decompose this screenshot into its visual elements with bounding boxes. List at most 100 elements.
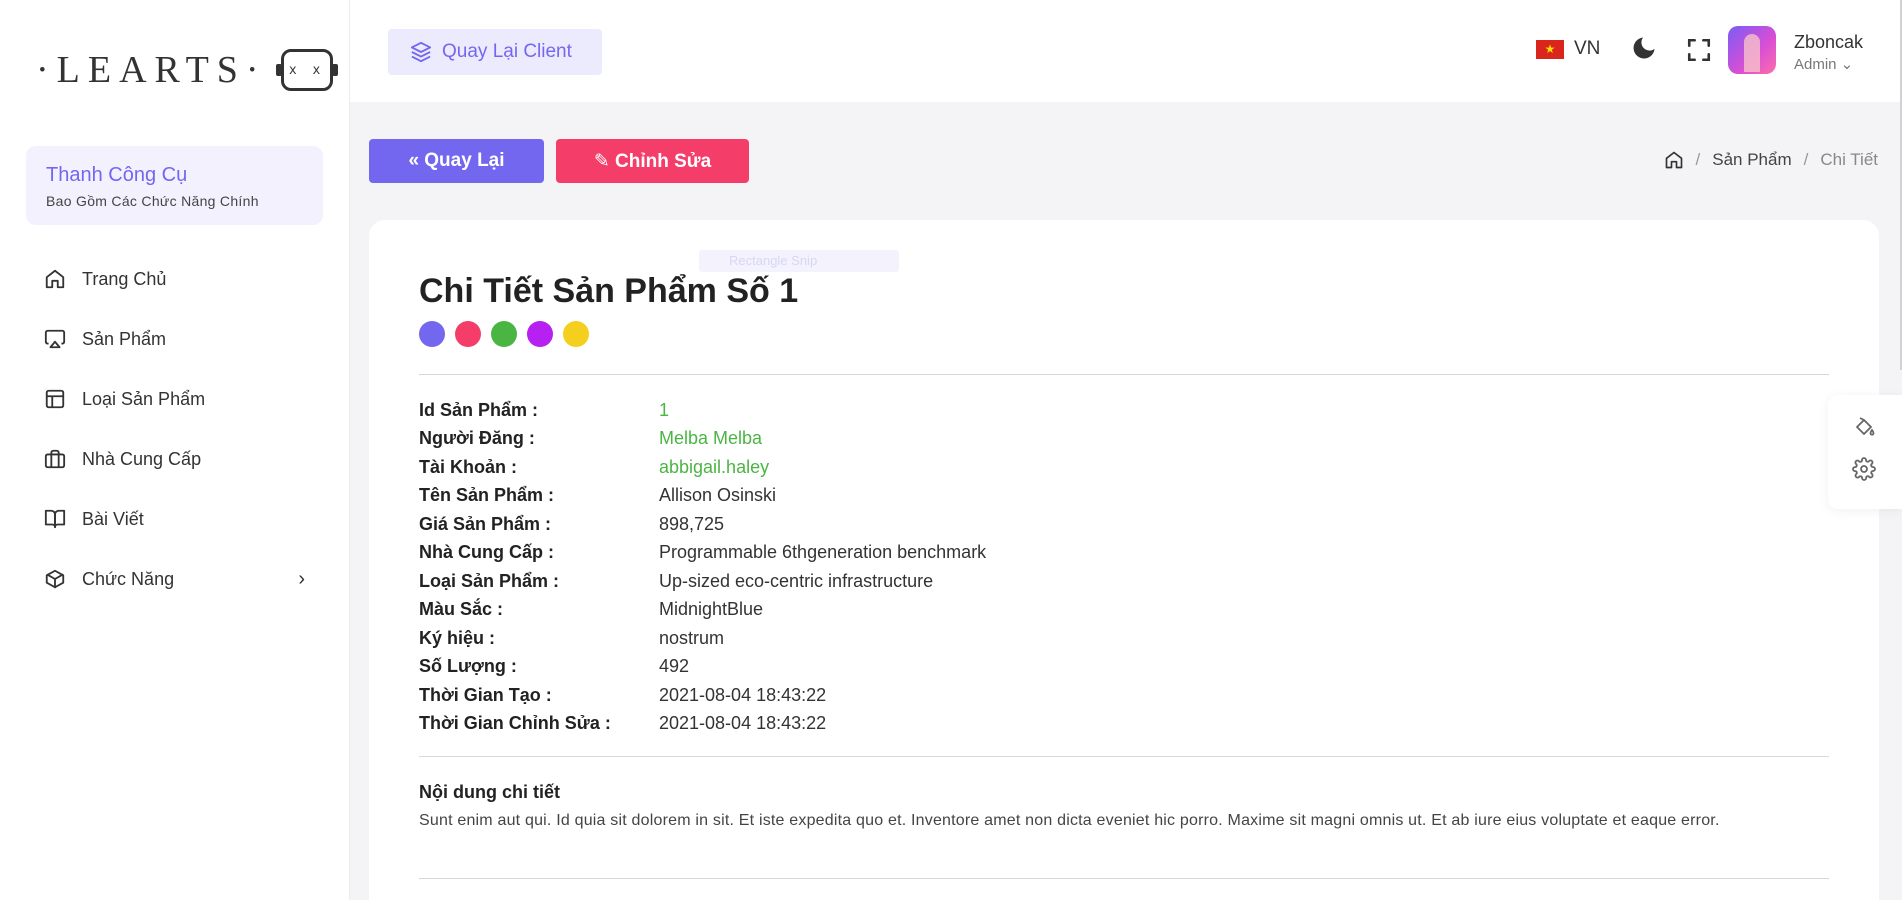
detail-label: Tên Sản Phẩm :	[419, 485, 555, 506]
detail-row: Loại Sản Phẩm : Up-sized eco-centric infr…	[419, 567, 986, 596]
toolbox-panel: Thanh Công Cụ Bao Gồm Các Chức Năng Chín…	[26, 146, 323, 225]
detail-label: Thời Gian Chỉnh Sửa :	[419, 713, 611, 734]
layers-icon	[410, 41, 432, 63]
sidebar-item-label: Chức Năng	[82, 568, 175, 589]
sidebar-item-label: Sản Phẩm	[82, 328, 167, 349]
breadcrumb-products[interactable]: Sản Phẩm	[1712, 150, 1791, 170]
detail-label: Ký hiệu :	[419, 627, 496, 648]
detail-row: Thời Gian Tạo : 2021-08-04 18:43:22	[419, 681, 986, 710]
back-to-client-button[interactable]: Quay Lại Client	[388, 29, 602, 75]
detail-value: MidnightBlue	[659, 599, 764, 620]
color-swatches	[419, 321, 589, 347]
sidebar-item-posts[interactable]: Bài Viết	[0, 489, 349, 549]
toolbox-subtitle: Bao Gồm Các Chức Năng Chính	[46, 193, 259, 209]
logo[interactable]: ·LEARTS· x x	[0, 0, 349, 140]
divider	[419, 878, 1829, 879]
color-swatch	[563, 321, 589, 347]
layout-icon	[44, 388, 66, 410]
sidebar-item-label: Nhà Cung Cấp	[82, 448, 202, 469]
detail-value: 1	[659, 399, 670, 420]
detail-row: Người Đăng : Melba Melba	[419, 425, 986, 454]
sidebar-item-label: Loại Sản Phẩm	[82, 388, 206, 409]
color-swatch	[455, 321, 481, 347]
color-swatch	[419, 321, 445, 347]
detail-value: Allison Osinski	[659, 485, 777, 506]
theme-customizer-panel	[1828, 395, 1902, 509]
detail-value: 2021-08-04 18:43:22	[659, 684, 827, 705]
robot-logo-icon: x x	[275, 49, 338, 91]
content-body: Sunt enim aut qui. Id quia sit dolorem i…	[419, 812, 1720, 829]
top-header: Quay Lại Client ★ VN Zboncak Admin ⌄	[350, 0, 1902, 102]
detail-value: 898,725	[659, 513, 725, 534]
detail-label: Tài Khoản :	[419, 456, 517, 477]
detail-list: Id Sản Phẩm : 1 Người Đăng : Melba Melba T…	[419, 396, 986, 738]
detail-row: Ký hiệu : nostrum	[419, 624, 986, 653]
detail-value[interactable]: Melba Melba	[659, 428, 762, 449]
breadcrumb-separator: /	[1803, 150, 1809, 169]
sidebar-nav: Trang Chủ Sản Phẩm Loại Sản Phẩm Nhà Cun…	[0, 249, 349, 609]
sidebar-item-label: Trang Chủ	[82, 268, 167, 289]
detail-label: Giá Sản Phẩm :	[419, 513, 552, 534]
detail-label: Id Sản Phẩm :	[419, 399, 539, 420]
sidebar-item-suppliers[interactable]: Nhà Cung Cấp	[0, 429, 349, 489]
detail-row: Id Sản Phẩm : 1	[419, 396, 986, 425]
page-title: Chi Tiết Sản Phẩm Số 1	[419, 272, 799, 310]
airplay-icon	[44, 328, 66, 350]
user-menu[interactable]: Zboncak Admin ⌄	[1794, 32, 1863, 73]
sidebar-item-home[interactable]: Trang Chủ	[0, 249, 349, 309]
detail-row: Số Lượng : 492	[419, 653, 986, 682]
logo-text: ·LEARTS·	[36, 49, 267, 91]
home-icon[interactable]	[1664, 150, 1684, 170]
breadcrumb: / Sản Phẩm / Chi Tiết	[1664, 150, 1878, 170]
content-title: Nội dung chi tiết	[419, 782, 560, 802]
gear-icon[interactable]	[1852, 457, 1876, 481]
book-open-icon	[44, 508, 66, 530]
avatar[interactable]	[1728, 26, 1776, 74]
detail-label: Nhà Cung Cấp :	[419, 542, 554, 563]
breadcrumb-separator: /	[1695, 150, 1701, 169]
language-switcher[interactable]: ★ VN	[1536, 38, 1600, 60]
user-role: Admin ⌄	[1794, 56, 1854, 73]
detail-label: Loại Sản Phẩm :	[419, 570, 560, 591]
home-icon	[44, 268, 66, 290]
detail-value[interactable]: abbigail.haley	[659, 457, 769, 478]
sidebar-item-label: Bài Viết	[82, 508, 144, 529]
color-swatch	[527, 321, 553, 347]
breadcrumb-current: Chi Tiết	[1820, 150, 1878, 169]
detail-row: Tên Sản Phẩm : Allison Osinski	[419, 482, 986, 511]
toolbox-title: Thanh Công Cụ	[46, 164, 188, 186]
detail-label: Màu Sắc :	[419, 599, 504, 620]
detail-row: Giá Sản Phẩm : 898,725	[419, 510, 986, 539]
detail-row: Nhà Cung Cấp : Programmable 6thgeneration…	[419, 539, 986, 568]
detail-row: Tài Khoản : abbigail.haley	[419, 453, 986, 482]
detail-value: Programmable 6thgeneration benchmark	[659, 542, 987, 563]
user-name: Zboncak	[1794, 32, 1864, 52]
detail-label: Thời Gian Tạo :	[419, 684, 552, 705]
edit-button[interactable]: ✎ Chỉnh Sửa	[556, 139, 749, 183]
sidebar-item-functions[interactable]: Chức Năng ›	[0, 549, 349, 609]
sidebar-item-products[interactable]: Sản Phẩm	[0, 309, 349, 369]
divider	[419, 756, 1829, 757]
sidebar: ·LEARTS· x x Thanh Công Cụ Bao Gồm Các C…	[0, 0, 350, 900]
vietnam-flag-icon: ★	[1536, 39, 1564, 59]
detail-value: 2021-08-04 18:43:22	[659, 713, 827, 734]
sidebar-item-product-types[interactable]: Loại Sản Phẩm	[0, 369, 349, 429]
detail-label: Người Đăng :	[419, 428, 535, 449]
divider	[419, 374, 1829, 375]
paint-bucket-icon[interactable]	[1852, 415, 1876, 439]
product-detail-card: Rectangle Snip Chi Tiết Sản Phẩm Số 1 Id…	[369, 220, 1879, 900]
detail-row: Màu Sắc : MidnightBlue	[419, 596, 986, 625]
fullscreen-icon[interactable]	[1686, 37, 1712, 63]
detail-row: Thời Gian Chỉnh Sửa : 2021-08-04 18:43:22	[419, 710, 986, 739]
language-label: VN	[1574, 38, 1601, 59]
detail-label: Số Lượng :	[419, 656, 517, 677]
back-button[interactable]: « Quay Lại	[369, 139, 544, 183]
detail-value: nostrum	[659, 627, 725, 648]
box-icon	[44, 568, 66, 590]
back-to-client-label: Quay Lại Client	[442, 41, 572, 62]
chevron-right-icon: ›	[298, 567, 305, 590]
detail-value: Up-sized eco-centric infrastructure	[659, 570, 934, 591]
color-swatch	[491, 321, 517, 347]
dark-mode-toggle-icon[interactable]	[1630, 34, 1658, 62]
briefcase-icon	[44, 448, 66, 470]
